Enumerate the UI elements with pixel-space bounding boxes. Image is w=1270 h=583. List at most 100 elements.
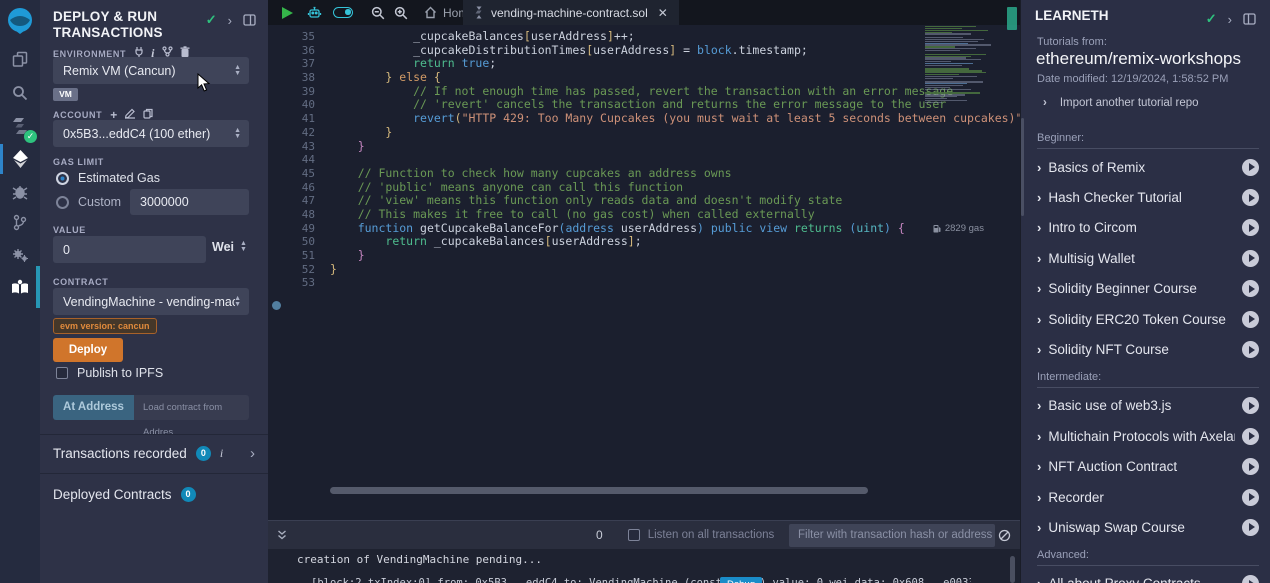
custom-gas-radio[interactable] bbox=[56, 196, 69, 209]
copilot-toggle[interactable] bbox=[333, 7, 353, 18]
code-line[interactable]: 49 function getCupcakeBalanceFor(address… bbox=[268, 222, 1020, 236]
code-line[interactable]: 53 bbox=[268, 276, 1020, 290]
terminal-scrollbar[interactable] bbox=[1010, 556, 1015, 583]
contract-select[interactable]: VendingMachine - vending-machin ▲▼ bbox=[53, 288, 249, 315]
clear-console-icon[interactable] bbox=[998, 529, 1011, 542]
code-line[interactable]: 50 return _cupcakeBalances[userAddress]; bbox=[268, 235, 1020, 249]
transactions-expand-icon[interactable]: › bbox=[250, 445, 255, 462]
breakpoint-dot[interactable] bbox=[272, 301, 281, 310]
estimated-gas-option[interactable]: Estimated Gas bbox=[56, 171, 160, 185]
tutorial-item[interactable]: › Multisig Wallet bbox=[1037, 243, 1259, 273]
line-number[interactable]: 38 bbox=[268, 71, 330, 85]
panel-pin-icon[interactable] bbox=[243, 14, 256, 26]
transactions-info-icon[interactable]: i bbox=[220, 446, 223, 461]
import-tutorial-repo[interactable]: › Import another tutorial repo bbox=[1043, 97, 1199, 109]
tutorial-chevron-icon[interactable]: › bbox=[1037, 342, 1041, 357]
code-line[interactable]: 37 return true; bbox=[268, 57, 1020, 71]
line-number[interactable]: 49 bbox=[268, 222, 330, 236]
learneth-plugin-icon[interactable] bbox=[0, 270, 40, 304]
environment-select[interactable]: Remix VM (Cancun) ▲▼ bbox=[53, 57, 249, 84]
tutorial-chevron-icon[interactable]: › bbox=[1037, 398, 1041, 413]
tutorial-chevron-icon[interactable]: › bbox=[1037, 160, 1041, 175]
code-line[interactable]: 36 _cupcakeDistributionTimes[userAddress… bbox=[268, 44, 1020, 58]
publish-ipfs-checkbox[interactable] bbox=[56, 367, 68, 379]
code-editor[interactable]: 35 _cupcakeBalances[userAddress]++;36 _c… bbox=[268, 25, 1020, 512]
code-line[interactable]: 44 bbox=[268, 153, 1020, 167]
line-number[interactable]: 53 bbox=[268, 276, 330, 290]
play-tutorial-icon[interactable] bbox=[1242, 311, 1259, 328]
tutorial-chevron-icon[interactable]: › bbox=[1037, 190, 1041, 205]
transactions-recorded-row[interactable]: Transactions recorded 0 i › bbox=[53, 445, 255, 462]
debug-button[interactable]: Debug bbox=[720, 577, 762, 583]
code-line[interactable]: 35 _cupcakeBalances[userAddress]++; bbox=[268, 30, 1020, 44]
editor-horizontal-scrollbar[interactable] bbox=[330, 487, 868, 494]
play-tutorial-icon[interactable] bbox=[1242, 428, 1259, 445]
remix-logo-icon[interactable] bbox=[0, 4, 40, 38]
plugin-manager-icon[interactable] bbox=[0, 238, 40, 272]
tutorial-item[interactable]: › Recorder bbox=[1037, 482, 1259, 512]
file-tab[interactable]: vending-machine-contract.sol ✕ bbox=[463, 0, 679, 25]
code-line[interactable]: 41 revert("HTTP 429: Too Many Cupcakes (… bbox=[268, 112, 1020, 126]
code-line[interactable]: 45 // Function to check how many cupcake… bbox=[268, 167, 1020, 181]
play-tutorial-icon[interactable] bbox=[1242, 219, 1259, 236]
fork-icon[interactable] bbox=[162, 46, 173, 57]
terminal-filter-input[interactable]: Filter with transaction hash or address bbox=[789, 524, 995, 547]
tutorial-chevron-icon[interactable]: › bbox=[1037, 251, 1041, 266]
run-script-icon[interactable] bbox=[282, 7, 293, 19]
debugger-icon[interactable] bbox=[0, 175, 40, 209]
tutorial-chevron-icon[interactable]: › bbox=[1037, 459, 1041, 474]
line-number[interactable]: 51 bbox=[268, 249, 330, 263]
play-tutorial-icon[interactable] bbox=[1242, 575, 1259, 583]
play-tutorial-icon[interactable] bbox=[1242, 250, 1259, 267]
code-line[interactable]: 43 } bbox=[268, 140, 1020, 154]
line-number[interactable]: 43 bbox=[268, 140, 330, 154]
code-line[interactable]: 38 } else { bbox=[268, 71, 1020, 85]
deploy-run-icon[interactable] bbox=[0, 142, 40, 176]
tutorial-item[interactable]: › Uniswap Swap Course bbox=[1037, 512, 1259, 542]
home-icon[interactable] bbox=[424, 6, 437, 19]
tutorial-item[interactable]: › Hash Checker Tutorial bbox=[1037, 182, 1259, 212]
code-line[interactable]: 52} bbox=[268, 263, 1020, 277]
listen-all-checkbox[interactable] bbox=[628, 529, 640, 541]
code-line[interactable]: 48 // This makes it free to call (no gas… bbox=[268, 208, 1020, 222]
git-icon[interactable] bbox=[0, 205, 40, 239]
tutorial-item[interactable]: › Multichain Protocols with Axelar bbox=[1037, 421, 1259, 451]
learneth-expand-icon[interactable]: › bbox=[1228, 12, 1232, 27]
line-number[interactable]: 45 bbox=[268, 167, 330, 181]
file-explorer-icon[interactable] bbox=[0, 42, 40, 76]
publish-ipfs-option[interactable]: Publish to IPFS bbox=[56, 366, 163, 380]
play-tutorial-icon[interactable] bbox=[1242, 159, 1259, 176]
tutorial-chevron-icon[interactable]: › bbox=[1037, 220, 1041, 235]
play-tutorial-icon[interactable] bbox=[1242, 189, 1259, 206]
tutorial-chevron-icon[interactable]: › bbox=[1037, 520, 1041, 535]
tutorial-item[interactable]: › All about Proxy Contracts bbox=[1037, 569, 1259, 583]
code-line[interactable]: 42 } bbox=[268, 126, 1020, 140]
tutorial-chevron-icon[interactable]: › bbox=[1037, 429, 1041, 444]
search-icon[interactable] bbox=[0, 76, 40, 110]
line-number[interactable]: 47 bbox=[268, 194, 330, 208]
play-tutorial-icon[interactable] bbox=[1242, 519, 1259, 536]
solidity-compiler-icon[interactable]: ✓ bbox=[0, 109, 40, 143]
line-number[interactable]: 46 bbox=[268, 181, 330, 195]
deploy-button[interactable]: Deploy bbox=[53, 338, 123, 362]
code-line[interactable]: 40 // 'revert' cancels the transaction a… bbox=[268, 98, 1020, 112]
line-number[interactable]: 35 bbox=[268, 30, 330, 44]
code-line[interactable]: 46 // 'public' means anyone can call thi… bbox=[268, 181, 1020, 195]
tutorial-item[interactable]: › Solidity NFT Course bbox=[1037, 334, 1259, 364]
line-number[interactable]: 52 bbox=[268, 263, 330, 277]
line-number[interactable]: 39 bbox=[268, 85, 330, 99]
value-input[interactable]: 0 bbox=[53, 236, 206, 263]
line-number[interactable]: 44 bbox=[268, 153, 330, 167]
zoom-in-icon[interactable] bbox=[394, 6, 408, 20]
play-tutorial-icon[interactable] bbox=[1242, 458, 1259, 475]
tutorial-item[interactable]: › Solidity Beginner Course bbox=[1037, 274, 1259, 304]
line-number[interactable]: 36 bbox=[268, 44, 330, 58]
value-unit-select[interactable]: Wei ▲▼ bbox=[212, 240, 247, 254]
delete-environment-icon[interactable] bbox=[180, 46, 190, 57]
tutorial-item[interactable]: › Solidity ERC20 Token Course bbox=[1037, 304, 1259, 334]
plug-icon[interactable] bbox=[134, 46, 144, 57]
at-address-input[interactable]: Load contract from Addres bbox=[134, 395, 249, 420]
estimated-gas-radio[interactable] bbox=[56, 172, 69, 185]
tutorial-item[interactable]: › Basic use of web3.js bbox=[1037, 391, 1259, 421]
line-number[interactable]: 41 bbox=[268, 112, 330, 126]
